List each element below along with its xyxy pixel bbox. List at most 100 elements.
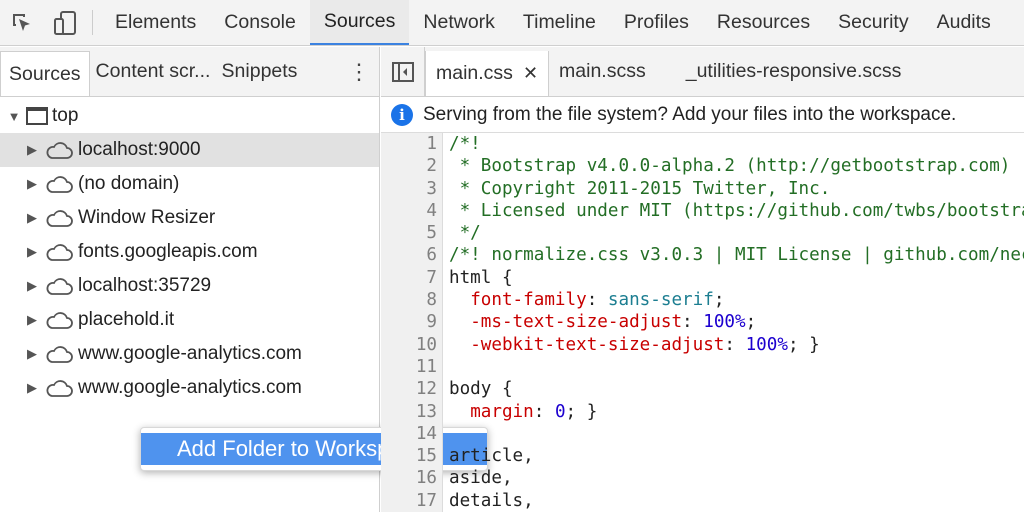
editor-tabs: main.css ✕ main.scss _utilities-responsi… bbox=[381, 47, 1024, 97]
code-text: article, bbox=[449, 446, 534, 467]
cloud-icon bbox=[44, 378, 74, 398]
tree-item-domain[interactable]: ▶ fonts.googleapis.com bbox=[0, 235, 379, 269]
tab-network[interactable]: Network bbox=[409, 0, 509, 45]
navigator-tabs: Sources Content scr... Snippets ⋮ bbox=[0, 47, 379, 97]
triangle-right-icon[interactable]: ▶ bbox=[24, 346, 40, 362]
tree-item-label: localhost:35729 bbox=[78, 275, 212, 296]
code-line: 1 /*! bbox=[381, 133, 1024, 155]
code-line: 2 * Bootstrap v4.0.0-alpha.2 (http://get… bbox=[381, 155, 1024, 177]
tree-item-domain[interactable]: ▶ placehold.it bbox=[0, 303, 379, 337]
code-line: 17 details, bbox=[381, 490, 1024, 512]
code-text: * Copyright 2011-2015 Twitter, Inc. bbox=[449, 178, 831, 199]
tab-content-scripts[interactable]: Content scr... bbox=[90, 47, 216, 96]
code-line: 10 -webkit-text-size-adjust: 100%; } bbox=[381, 334, 1024, 356]
infobar-text: Serving from the file system? Add your f… bbox=[423, 103, 957, 125]
tab-main-scss[interactable]: main.scss bbox=[549, 47, 656, 96]
code-line: 13 margin: 0; } bbox=[381, 401, 1024, 423]
tab-profiles[interactable]: Profiles bbox=[610, 0, 703, 45]
tree-item-label: (no domain) bbox=[78, 173, 180, 194]
code-line: 7 html { bbox=[381, 267, 1024, 289]
cloud-icon bbox=[44, 344, 74, 364]
code-text: * Licensed under MIT (https://github.com… bbox=[449, 200, 1024, 221]
workspace-infobar: i Serving from the file system? Add your… bbox=[381, 97, 1024, 133]
tab-label: main.css bbox=[436, 62, 513, 84]
tab-audits[interactable]: Audits bbox=[923, 0, 1005, 45]
triangle-right-icon[interactable]: ▶ bbox=[24, 244, 40, 260]
triangle-right-icon[interactable]: ▶ bbox=[24, 176, 40, 192]
line-number: 6 bbox=[426, 245, 437, 266]
tab-main-css[interactable]: main.css ✕ bbox=[425, 51, 550, 96]
triangle-right-icon[interactable]: ▶ bbox=[24, 312, 40, 328]
line-number: 15 bbox=[415, 446, 437, 467]
cloud-icon bbox=[44, 276, 74, 296]
code-text: -ms-text-size-adjust: 100%; bbox=[470, 312, 757, 333]
tree-item-domain[interactable]: ▶ (no domain) bbox=[0, 167, 379, 201]
tree-item-top[interactable]: ▼ top bbox=[0, 99, 379, 133]
line-number: 16 bbox=[415, 468, 437, 489]
code-text: * Bootstrap v4.0.0-alpha.2 (http://getbo… bbox=[449, 156, 1011, 177]
tree-item-domain[interactable]: ▶ localhost:9000 bbox=[0, 133, 379, 167]
code-line: 8 font-family: sans-serif; bbox=[381, 289, 1024, 311]
toolbar-divider bbox=[92, 10, 93, 35]
line-number: 9 bbox=[426, 312, 437, 333]
code-line: 9 -ms-text-size-adjust: 100%; bbox=[381, 311, 1024, 333]
tree-item-domain[interactable]: ▶ www.google-analytics.com bbox=[0, 371, 379, 405]
code-text: font-family: sans-serif; bbox=[470, 290, 725, 311]
line-number: 3 bbox=[426, 178, 437, 199]
devtools-toolbar: Elements Console Sources Network Timeline Pro… bbox=[0, 0, 1024, 46]
code-text: /*! normalize.css v3.0.3 | MIT License |… bbox=[449, 245, 1024, 266]
line-number: 10 bbox=[415, 334, 437, 355]
tab-utilities-responsive[interactable]: _utilities-responsive.scss bbox=[656, 47, 912, 96]
code-line: 6 /*! normalize.css v3.0.3 | MIT License … bbox=[381, 244, 1024, 266]
line-number: 8 bbox=[426, 290, 437, 311]
tab-timeline[interactable]: Timeline bbox=[509, 0, 610, 45]
code-text: details, bbox=[449, 490, 534, 511]
triangle-right-icon[interactable]: ▶ bbox=[24, 278, 40, 294]
cloud-icon bbox=[44, 174, 74, 194]
tab-sources[interactable]: Sources bbox=[309, 0, 410, 45]
code-line: 16 aside, bbox=[381, 467, 1024, 489]
triangle-down-icon[interactable]: ▼ bbox=[6, 109, 22, 124]
line-number: 5 bbox=[426, 223, 437, 244]
kebab-icon[interactable]: ⋮ bbox=[339, 47, 379, 96]
code-line: 15 article, bbox=[381, 445, 1024, 467]
tree-item-domain[interactable]: ▶ Window Resizer bbox=[0, 201, 379, 235]
tab-sources[interactable]: Sources bbox=[0, 51, 90, 96]
tab-resources[interactable]: Resources bbox=[703, 0, 824, 45]
code-text: body { bbox=[449, 379, 513, 400]
tree-item-label: localhost:9000 bbox=[78, 139, 201, 160]
inspect-element-icon[interactable] bbox=[0, 0, 44, 45]
tab-security[interactable]: Security bbox=[824, 0, 922, 45]
tab-elements[interactable]: Elements bbox=[101, 0, 210, 45]
tree-item-label: placehold.it bbox=[78, 309, 175, 330]
tab-console[interactable]: Console bbox=[210, 0, 310, 45]
triangle-right-icon[interactable]: ▶ bbox=[24, 380, 40, 396]
tree-item-label: top bbox=[52, 105, 79, 126]
code-line: 3 * Copyright 2011-2015 Twitter, Inc. bbox=[381, 178, 1024, 200]
file-tree: ▼ top ▶ localhost:9000 ▶ (no domain) ▶ Window… bbox=[0, 97, 379, 405]
tree-item-domain[interactable]: ▶ localhost:35729 bbox=[0, 269, 379, 303]
code-line: 5 */ bbox=[381, 222, 1024, 244]
triangle-right-icon[interactable]: ▶ bbox=[24, 210, 40, 226]
line-number: 4 bbox=[426, 200, 437, 221]
code-line: 4 * Licensed under MIT (https://github.c… bbox=[381, 200, 1024, 222]
line-number: 7 bbox=[426, 267, 437, 288]
line-number: 14 bbox=[415, 423, 437, 444]
close-icon[interactable]: ✕ bbox=[523, 63, 538, 84]
device-mode-icon[interactable] bbox=[44, 0, 88, 45]
tree-item-domain[interactable]: ▶ www.google-analytics.com bbox=[0, 337, 379, 371]
triangle-right-icon[interactable]: ▶ bbox=[24, 142, 40, 158]
code-text: html { bbox=[449, 267, 513, 288]
toggle-navigator-icon[interactable] bbox=[381, 47, 425, 96]
tab-snippets[interactable]: Snippets bbox=[216, 47, 304, 96]
tree-item-label: www.google-analytics.com bbox=[78, 377, 302, 398]
code-editor[interactable]: 1/*! 2 * Bootstrap v4.0.0-alpha.2 (http:/… bbox=[381, 133, 1024, 512]
cloud-icon bbox=[44, 310, 74, 330]
tree-item-label: fonts.googleapis.com bbox=[78, 241, 258, 262]
line-number: 17 bbox=[415, 490, 437, 511]
line-number: 12 bbox=[415, 379, 437, 400]
code-text: -webkit-text-size-adjust: 100%; } bbox=[470, 334, 820, 355]
code-text: /*! bbox=[449, 134, 481, 154]
tree-item-label: Window Resizer bbox=[78, 207, 216, 228]
